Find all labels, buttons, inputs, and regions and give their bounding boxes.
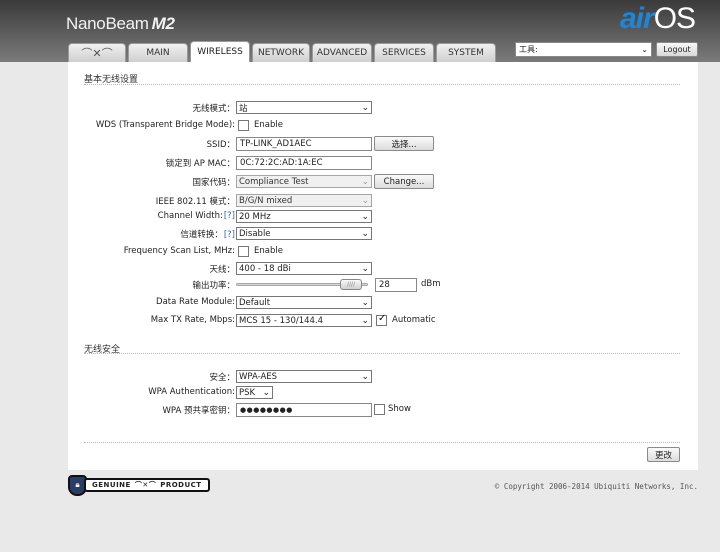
row-max-tx-rate: Max TX Rate, Mbps: MCS 15 - 130/144.4⌄ A… <box>68 313 698 328</box>
wds-label: WDS (Transparent Bridge Mode): <box>95 120 235 130</box>
row-channel-shift: 信道转换：[?] Disable ⌄ <box>68 227 698 241</box>
product-label: PRODUCT <box>160 481 202 489</box>
chevron-down-icon: ⌄ <box>361 263 369 274</box>
lock-ap-mac-label: 锁定到 AP MAC： <box>165 159 235 169</box>
row-wireless-mode: 无线模式： 站 ⌄ <box>68 101 698 115</box>
chevron-down-icon: ⌄ <box>361 371 369 382</box>
chevron-down-icon: ⌄ <box>361 102 369 113</box>
tab-system[interactable]: SYSTEM <box>436 43 496 62</box>
ubnt-logo-icon: ⌒✕⌒ <box>134 481 157 489</box>
data-rate-module-select[interactable]: Default ⌄ <box>236 296 372 309</box>
section-divider <box>84 84 680 85</box>
chevron-down-icon: ⌄ <box>262 387 270 398</box>
main-tabs: ⌒✕⌒ MAIN WIRELESS NETWORK ADVANCED SERVI… <box>68 41 498 62</box>
chevron-down-icon: ⌄ <box>361 297 369 308</box>
antenna-select[interactable]: 400 - 18 dBi ⌄ <box>236 262 372 275</box>
wpa-authentication-label: WPA Authentication: <box>148 387 235 397</box>
tab-advanced[interactable]: ADVANCED <box>312 43 372 62</box>
country-code-select[interactable]: Compliance Test ⌄ <box>236 175 372 188</box>
row-antenna: 天线： 400 - 18 dBi ⌄ <box>68 262 698 276</box>
logout-button[interactable]: Logout <box>656 42 698 57</box>
wds-enable-label: Enable <box>254 120 283 130</box>
row-ieee-mode: IEEE 802.11 模式： B/G/N mixed ⌄ <box>68 194 698 208</box>
ubnt-logo-icon: ⌒✕⌒ <box>81 47 113 60</box>
antenna-label: 天线： <box>209 265 235 275</box>
brand-name: NanoBeam <box>66 14 149 33</box>
channel-shift-select[interactable]: Disable ⌄ <box>236 227 372 240</box>
wds-enable-checkbox[interactable] <box>238 120 249 131</box>
frequency-scan-enable-label: Enable <box>254 246 283 256</box>
section-divider <box>84 353 680 354</box>
tab-network[interactable]: NETWORK <box>252 43 310 62</box>
bottom-divider <box>84 442 680 443</box>
row-data-rate-module: Data Rate Module: Default ⌄ <box>68 296 698 310</box>
row-output-power: 输出功率： //// 28 dBm <box>68 278 698 292</box>
genuine-product-badge: 🔒︎ GENUINE ⌒✕⌒ PRODUCT <box>68 474 210 496</box>
copyright-text: © Copyright 2006-2014 Ubiquiti Networks,… <box>494 482 698 491</box>
security-label: 安全： <box>209 373 235 383</box>
tools-select-value: 工具: <box>519 45 538 54</box>
airos-logo: airOS <box>620 2 696 35</box>
output-power-label: 输出功率： <box>192 281 235 291</box>
tab-services[interactable]: SERVICES <box>374 43 434 62</box>
row-ssid: SSID： TP-LINK_AD1AEC 选择... <box>68 136 698 151</box>
channel-shift-help-link[interactable]: [?] <box>224 230 235 240</box>
brand-model: M2 <box>151 14 175 33</box>
wpa-key-input[interactable]: ●●●●●●●● <box>236 403 372 417</box>
ieee-mode-label: IEEE 802.11 模式： <box>155 197 235 207</box>
ssid-input[interactable]: TP-LINK_AD1AEC <box>236 137 372 151</box>
slider-handle-icon[interactable]: //// <box>340 279 362 290</box>
tab-main[interactable]: MAIN <box>128 43 188 62</box>
chevron-down-icon: ⌄ <box>361 195 369 206</box>
ieee-mode-select[interactable]: B/G/N mixed ⌄ <box>236 194 372 207</box>
row-channel-width: Channel Width:[?] 20 MHz ⌄ <box>68 210 698 224</box>
ssid-select-button[interactable]: 选择... <box>374 136 434 151</box>
chevron-down-icon: ⌄ <box>361 228 369 239</box>
tab-ubnt[interactable]: ⌒✕⌒ <box>68 43 126 62</box>
row-frequency-scan: Frequency Scan List, MHz: Enable <box>68 245 698 259</box>
data-rate-module-label: Data Rate Module: <box>156 297 235 307</box>
row-country-code: 国家代码： Compliance Test ⌄ Change... <box>68 174 698 189</box>
max-tx-rate-select[interactable]: MCS 15 - 130/144.4 ⌄ <box>236 314 372 327</box>
max-tx-rate-label: Max TX Rate, Mbps: <box>150 315 235 325</box>
wpa-key-label: WPA 预共享密钥： <box>162 406 235 416</box>
wireless-mode-label: 无线模式： <box>192 104 235 114</box>
chevron-down-icon: ⌄ <box>361 211 369 222</box>
row-wpa-key: WPA 预共享密钥： ●●●●●●●● Show <box>68 403 698 417</box>
country-code-label: 国家代码： <box>192 178 235 188</box>
max-tx-automatic-checkbox[interactable] <box>376 313 387 326</box>
channel-shift-label: 信道转换：[?] <box>180 230 235 240</box>
frequency-scan-label: Frequency Scan List, MHz: <box>123 246 235 256</box>
tools-select[interactable]: 工具: ⌄ <box>515 42 652 57</box>
wpa-authentication-select[interactable]: PSK ⌄ <box>236 386 273 399</box>
frequency-scan-checkbox[interactable] <box>238 246 249 257</box>
security-select[interactable]: WPA-AES ⌄ <box>236 370 372 383</box>
device-brand: NanoBeam M2 <box>66 14 175 34</box>
genuine-label: GENUINE <box>92 481 131 489</box>
row-lock-ap-mac: 锁定到 AP MAC： 0C:72:2C:AD:1A:EC <box>68 156 698 170</box>
output-power-input[interactable]: 28 <box>375 278 417 292</box>
channel-width-label: Channel Width:[?] <box>157 211 235 221</box>
wpa-key-show-checkbox[interactable] <box>374 404 385 415</box>
output-power-unit: dBm <box>421 279 441 289</box>
wireless-mode-select[interactable]: 站 ⌄ <box>236 101 372 114</box>
tab-wireless[interactable]: WIRELESS <box>190 41 250 62</box>
lock-ap-mac-input[interactable]: 0C:72:2C:AD:1A:EC <box>236 156 372 170</box>
row-wds: WDS (Transparent Bridge Mode): Enable <box>68 119 698 133</box>
channel-width-help-link[interactable]: [?] <box>224 211 235 221</box>
chevron-down-icon: ⌄ <box>641 45 648 54</box>
channel-width-select[interactable]: 20 MHz ⌄ <box>236 210 372 223</box>
wpa-key-show-label: Show <box>388 404 411 414</box>
apply-button[interactable]: 更改 <box>647 447 680 462</box>
row-wpa-authentication: WPA Authentication: PSK ⌄ <box>68 386 698 400</box>
ssid-label: SSID： <box>206 140 235 150</box>
wireless-settings-panel: 基本无线设置 无线模式： 站 ⌄ WDS (Transparent Bridge … <box>68 62 698 470</box>
chevron-down-icon: ⌄ <box>361 176 369 187</box>
max-tx-automatic-label: Automatic <box>392 315 436 325</box>
country-change-button[interactable]: Change... <box>374 174 434 189</box>
row-security: 安全： WPA-AES ⌄ <box>68 370 698 384</box>
output-power-slider[interactable]: //// <box>236 279 368 290</box>
chevron-down-icon: ⌄ <box>361 315 369 326</box>
